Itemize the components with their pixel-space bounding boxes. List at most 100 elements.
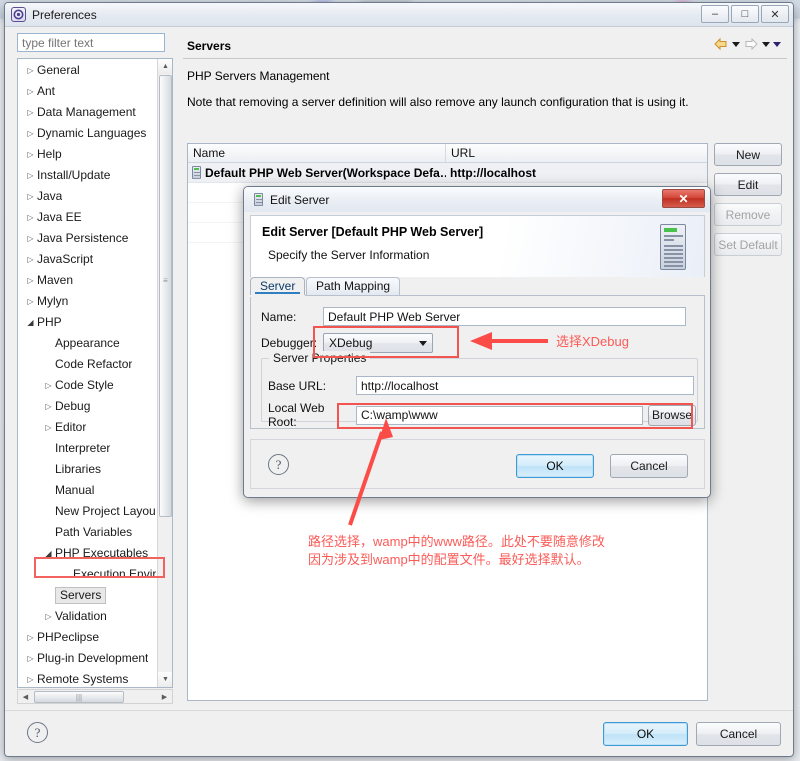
- sidebar-item-maven[interactable]: ▷Maven: [18, 270, 158, 291]
- banner-subtitle: Specify the Server Information: [268, 248, 429, 262]
- chevron-right-icon[interactable]: ▷: [24, 207, 37, 228]
- sidebar-item-new-project-layou[interactable]: New Project Layou: [18, 501, 158, 522]
- tab-path-mapping[interactable]: Path Mapping: [306, 277, 400, 295]
- edit-server-help-button[interactable]: ?: [268, 454, 289, 475]
- preferences-footer: ? OK Cancel: [5, 710, 793, 756]
- tab-server[interactable]: Server: [250, 277, 305, 295]
- sidebar-item-ant[interactable]: ▷Ant: [18, 81, 158, 102]
- sidebar-item-general[interactable]: ▷General: [18, 60, 158, 81]
- chevron-right-icon[interactable]: ▷: [24, 60, 37, 81]
- edit-server-title: Edit Server: [270, 193, 329, 207]
- sidebar-item-appearance[interactable]: Appearance: [18, 333, 158, 354]
- chevron-right-icon[interactable]: ▷: [42, 375, 55, 396]
- tree-vertical-scrollbar[interactable]: ▲ ≡ ▼: [157, 59, 172, 687]
- cell-name: Default PHP Web Server(Workspace Defa…: [188, 166, 446, 180]
- sidebar-item-execution-envir[interactable]: Execution Envir: [18, 564, 158, 585]
- table-row[interactable]: Default PHP Web Server(Workspace Defa… h…: [188, 163, 707, 183]
- back-arrow-icon[interactable]: [713, 37, 729, 51]
- sidebar-item-php[interactable]: ◢PHP: [18, 312, 158, 333]
- edit-server-ok-button[interactable]: OK: [516, 454, 594, 478]
- sidebar-item-code-refactor[interactable]: Code Refactor: [18, 354, 158, 375]
- chevron-down-icon[interactable]: ◢: [42, 543, 55, 564]
- sidebar-item-debug[interactable]: ▷Debug: [18, 396, 158, 417]
- chevron-right-icon[interactable]: ▷: [24, 165, 37, 186]
- sidebar-item-plug-in-development[interactable]: ▷Plug-in Development: [18, 648, 158, 669]
- sidebar-item-java[interactable]: ▷Java: [18, 186, 158, 207]
- sidebar-item-javascript[interactable]: ▷JavaScript: [18, 249, 158, 270]
- sidebar-item-path-variables[interactable]: Path Variables: [18, 522, 158, 543]
- maximize-button[interactable]: □: [731, 5, 759, 23]
- sidebar-item-java-ee[interactable]: ▷Java EE: [18, 207, 158, 228]
- chevron-right-icon[interactable]: ▷: [24, 102, 37, 123]
- sidebar-item-servers[interactable]: Servers: [18, 585, 158, 606]
- chevron-right-icon[interactable]: ▷: [24, 123, 37, 144]
- sidebar-item-dynamic-languages[interactable]: ▷Dynamic Languages: [18, 123, 158, 144]
- back-dropdown-icon[interactable]: [732, 42, 740, 47]
- sidebar-item-remote-systems[interactable]: ▷Remote Systems: [18, 669, 158, 688]
- tree-horizontal-scrollbar[interactable]: ◀ ||| ▶: [17, 689, 173, 704]
- base-url-field-row: Base URL:: [264, 376, 694, 395]
- preferences-titlebar[interactable]: Preferences – □ ✕: [5, 3, 793, 27]
- chevron-right-icon[interactable]: ▷: [24, 270, 37, 291]
- chevron-right-icon[interactable]: ▷: [24, 291, 37, 312]
- forward-dropdown-icon[interactable]: [762, 42, 770, 47]
- chevron-right-icon[interactable]: ▷: [24, 81, 37, 102]
- debugger-select[interactable]: XDebug: [323, 333, 433, 353]
- help-button[interactable]: ?: [27, 722, 48, 743]
- chevron-right-icon[interactable]: ▷: [24, 669, 37, 688]
- filter-input[interactable]: [17, 33, 165, 52]
- sidebar-item-interpreter[interactable]: Interpreter: [18, 438, 158, 459]
- tree-hscroll-thumb[interactable]: |||: [34, 691, 124, 703]
- scroll-down-arrow[interactable]: ▼: [158, 672, 173, 687]
- name-input[interactable]: [323, 307, 686, 326]
- scroll-up-arrow[interactable]: ▲: [158, 59, 173, 74]
- name-field-row: Name:: [261, 307, 686, 326]
- sidebar-item-code-style[interactable]: ▷Code Style: [18, 375, 158, 396]
- chevron-right-icon[interactable]: ▷: [24, 186, 37, 207]
- base-url-input[interactable]: [356, 376, 694, 395]
- preferences-tree[interactable]: ▷General▷Ant▷Data Management▷Dynamic Lan…: [17, 58, 173, 688]
- column-header-url[interactable]: URL: [446, 144, 707, 162]
- chevron-right-icon[interactable]: ▷: [42, 606, 55, 627]
- chevron-right-icon[interactable]: ▷: [24, 627, 37, 648]
- sidebar-item-mylyn[interactable]: ▷Mylyn: [18, 291, 158, 312]
- page-menu-icon[interactable]: [773, 42, 781, 47]
- local-web-root-input[interactable]: [356, 406, 643, 425]
- sidebar-item-manual[interactable]: Manual: [18, 480, 158, 501]
- sidebar-item-editor[interactable]: ▷Editor: [18, 417, 158, 438]
- sidebar-item-help[interactable]: ▷Help: [18, 144, 158, 165]
- chevron-right-icon[interactable]: ▷: [42, 396, 55, 417]
- sidebar-item-validation[interactable]: ▷Validation: [18, 606, 158, 627]
- browse-button[interactable]: Browse: [648, 405, 696, 426]
- sidebar-item-install-update[interactable]: ▷Install/Update: [18, 165, 158, 186]
- chevron-right-icon[interactable]: ▷: [42, 417, 55, 438]
- sidebar-item-data-management[interactable]: ▷Data Management: [18, 102, 158, 123]
- sidebar-item-php-executables[interactable]: ◢PHP Executables: [18, 543, 158, 564]
- sidebar-item-phpeclipse[interactable]: ▷PHPeclipse: [18, 627, 158, 648]
- chevron-right-icon[interactable]: ▷: [24, 144, 37, 165]
- chevron-right-icon[interactable]: ▷: [24, 648, 37, 669]
- close-button[interactable]: ✕: [761, 5, 789, 23]
- sidebar-item-libraries[interactable]: Libraries: [18, 459, 158, 480]
- sidebar-item-label: Dynamic Languages: [37, 123, 146, 144]
- sidebar-item-java-persistence[interactable]: ▷Java Persistence: [18, 228, 158, 249]
- scroll-left-arrow[interactable]: ◀: [18, 690, 33, 703]
- server-line: [664, 257, 683, 259]
- edit-server-close-button[interactable]: ✕: [662, 189, 705, 208]
- preferences-ok-button[interactable]: OK: [603, 722, 688, 746]
- preferences-cancel-button[interactable]: Cancel: [696, 722, 781, 746]
- forward-arrow-icon[interactable]: [743, 37, 759, 51]
- edit-server-titlebar[interactable]: Edit Server ✕: [244, 187, 710, 212]
- chevron-right-icon[interactable]: ▷: [24, 228, 37, 249]
- chevron-right-icon[interactable]: ▷: [24, 249, 37, 270]
- tree-scroll-thumb[interactable]: ≡: [159, 75, 172, 517]
- scroll-right-arrow[interactable]: ▶: [157, 690, 172, 703]
- chevron-down-icon[interactable]: ◢: [24, 312, 37, 333]
- sidebar-item-label: Libraries: [55, 459, 101, 480]
- base-url-label: Base URL:: [264, 379, 356, 393]
- edit-server-cancel-button[interactable]: Cancel: [610, 454, 688, 478]
- column-header-name[interactable]: Name: [188, 144, 446, 162]
- edit-button[interactable]: Edit: [714, 173, 782, 196]
- new-button[interactable]: New: [714, 143, 782, 166]
- minimize-button[interactable]: –: [701, 5, 729, 23]
